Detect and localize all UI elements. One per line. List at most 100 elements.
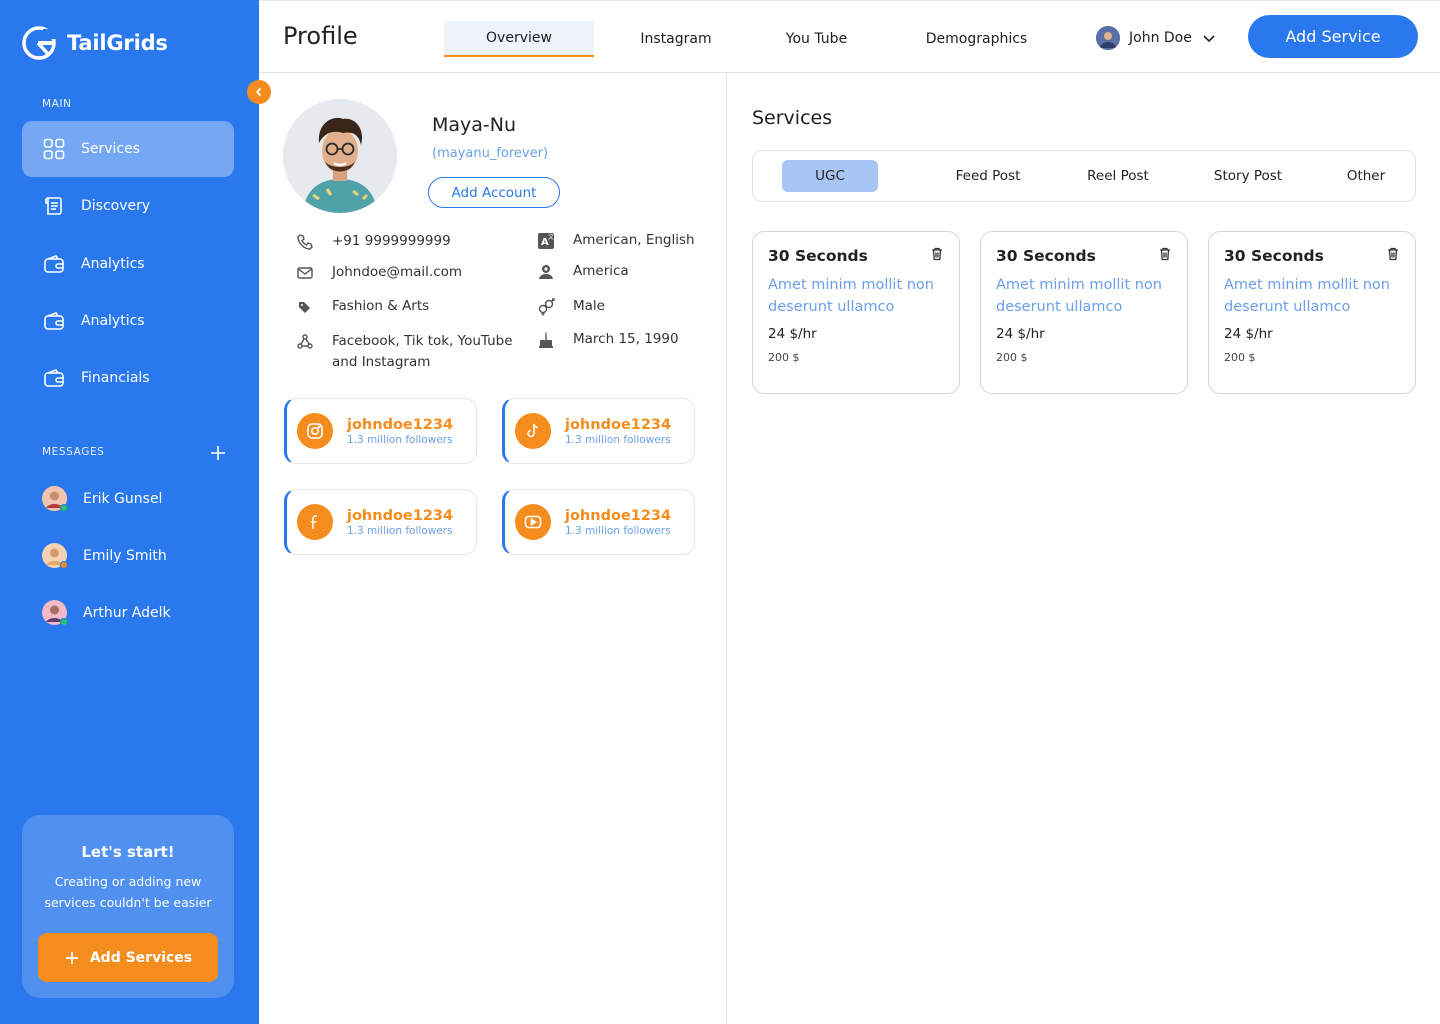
service-rate: 24 $/hr — [1224, 326, 1273, 342]
sidebar-item-discovery[interactable]: Discovery — [22, 178, 234, 234]
brand-logo[interactable]: TailGrids — [21, 25, 168, 61]
page-title: Profile — [283, 22, 358, 50]
social-card-instagram[interactable]: johndoe1234 1.3 million followers — [284, 398, 477, 464]
messages-section-label: MESSAGES — [42, 446, 105, 458]
profile-languages: American, English — [573, 232, 695, 248]
category-story-post[interactable]: Story Post — [1198, 160, 1298, 192]
profile-name: Maya-Nu — [432, 114, 517, 136]
add-account-button[interactable]: Add Account — [428, 177, 560, 208]
sidebar-item-services[interactable]: Services — [22, 121, 234, 177]
gender-icon — [537, 298, 555, 316]
social-info: johndoe1234 1.3 million followers — [565, 417, 671, 446]
svg-text:文: 文 — [548, 233, 554, 241]
tiktok-icon — [515, 413, 551, 449]
add-service-button[interactable]: Add Service — [1248, 15, 1418, 58]
sidebar: TailGrids MAIN Services Discovery Analyt… — [0, 0, 259, 1024]
user-menu[interactable]: John Doe — [1096, 26, 1217, 50]
sidebar-item-label: Analytics — [81, 313, 145, 329]
sidebar-item-analytics[interactable]: Analytics — [22, 236, 234, 292]
service-price: 200 $ — [996, 351, 1028, 364]
message-contact-emily[interactable]: Emily Smith — [42, 543, 167, 569]
profile-location: America — [573, 263, 629, 279]
social-followers: 1.3 million followers — [347, 524, 453, 537]
services-panel: Services UGC Feed Post Reel Post Story P… — [728, 73, 1440, 1024]
chevron-down-icon — [1203, 35, 1215, 43]
avatar — [42, 486, 68, 512]
profile-platforms: Facebook, Tik tok, YouTube and Instagram — [332, 333, 513, 370]
wallet-icon — [43, 253, 65, 275]
service-card[interactable]: 30 Seconds Amet minim mollit non deserun… — [980, 231, 1188, 394]
share-icon — [296, 333, 314, 351]
social-followers: 1.3 million followers — [565, 433, 671, 446]
add-message-plus-icon[interactable] — [207, 442, 229, 464]
youtube-icon — [515, 504, 551, 540]
tag-icon — [296, 298, 314, 316]
info-email: Johndoe@mail.com — [296, 262, 462, 283]
service-title: 30 Seconds — [768, 247, 868, 265]
category-ugc[interactable]: UGC — [782, 160, 878, 192]
social-handle: johndoe1234 — [565, 507, 672, 524]
info-gender: Male — [537, 296, 605, 317]
message-contact-name: Erik Gunsel — [83, 490, 163, 507]
wallet-icon — [43, 310, 65, 332]
profile-phone: +91 9999999999 — [332, 233, 451, 249]
social-followers: 1.3 million followers — [565, 524, 671, 537]
get-started-subtitle: Creating or adding new services couldn't… — [44, 874, 212, 910]
facebook-icon — [297, 504, 333, 540]
category-other[interactable]: Other — [1328, 160, 1404, 192]
info-category: Fashion & Arts — [296, 296, 429, 317]
location-pin-icon — [537, 263, 555, 281]
social-card-facebook[interactable]: johndoe1234 1.3 million followers — [284, 489, 477, 555]
service-rate: 24 $/hr — [768, 326, 817, 342]
top-bar: Profile Overview Instagram You Tube Demo… — [259, 0, 1440, 73]
grid-icon — [43, 138, 65, 160]
trash-icon[interactable] — [1385, 246, 1401, 262]
plus-icon — [65, 951, 78, 964]
service-card[interactable]: 30 Seconds Amet minim mollit non deserun… — [1208, 231, 1416, 394]
service-description: Amet minim mollit non deserunt ullamco — [1224, 277, 1390, 315]
tab-demographics[interactable]: Demographics — [909, 21, 1044, 57]
profile-birthday: March 15, 1990 — [573, 331, 679, 347]
sidebar-item-label: Services — [81, 141, 141, 157]
instagram-icon — [297, 413, 333, 449]
add-services-label: Add Services — [89, 949, 193, 966]
tailgrids-logo-icon — [22, 26, 56, 60]
mail-icon — [296, 264, 314, 282]
tab-overview[interactable]: Overview — [444, 21, 594, 57]
translate-icon: A文 — [537, 232, 555, 250]
category-feed-post[interactable]: Feed Post — [938, 160, 1038, 192]
trash-icon[interactable] — [929, 246, 945, 262]
info-platforms: Facebook, Tik tok, YouTube and Instagram — [296, 331, 526, 373]
service-description: Amet minim mollit non deserunt ullamco — [996, 277, 1162, 315]
social-info: johndoe1234 1.3 million followers — [347, 417, 453, 446]
profile-handle: (mayanu_forever) — [432, 146, 549, 161]
profile-email: Johndoe@mail.com — [332, 264, 463, 280]
message-contact-erik[interactable]: Erik Gunsel — [42, 486, 163, 512]
get-started-title: Let's start! — [81, 843, 175, 861]
info-languages: A文 American, English — [537, 230, 695, 251]
add-services-button[interactable]: Add Services — [38, 933, 218, 982]
main-section-label: MAIN — [42, 98, 72, 110]
social-card-youtube[interactable]: johndoe1234 1.3 million followers — [502, 489, 695, 555]
document-icon — [43, 195, 65, 217]
avatar — [1096, 26, 1120, 50]
message-contact-name: Emily Smith — [83, 547, 167, 564]
avatar — [42, 600, 68, 626]
tab-instagram[interactable]: Instagram — [616, 21, 736, 57]
message-contact-arthur[interactable]: Arthur Adelk — [42, 600, 171, 626]
phone-icon — [296, 233, 314, 251]
social-card-tiktok[interactable]: johndoe1234 1.3 million followers — [502, 398, 695, 464]
trash-icon[interactable] — [1157, 246, 1173, 262]
service-title: 30 Seconds — [996, 247, 1096, 265]
sidebar-item-analytics-2[interactable]: Analytics — [22, 293, 234, 349]
sidebar-item-label: Financials — [81, 370, 150, 386]
services-title: Services — [752, 107, 833, 129]
profile-panel: Maya-Nu (mayanu_forever) Add Account +91… — [259, 73, 727, 1024]
service-card[interactable]: 30 Seconds Amet minim mollit non deserun… — [752, 231, 960, 394]
tab-youtube[interactable]: You Tube — [759, 21, 874, 57]
category-reel-post[interactable]: Reel Post — [1068, 160, 1168, 192]
service-price: 200 $ — [1224, 351, 1256, 364]
avatar — [42, 543, 68, 569]
sidebar-item-financials[interactable]: Financials — [22, 350, 234, 406]
sidebar-item-label: Analytics — [81, 256, 145, 272]
